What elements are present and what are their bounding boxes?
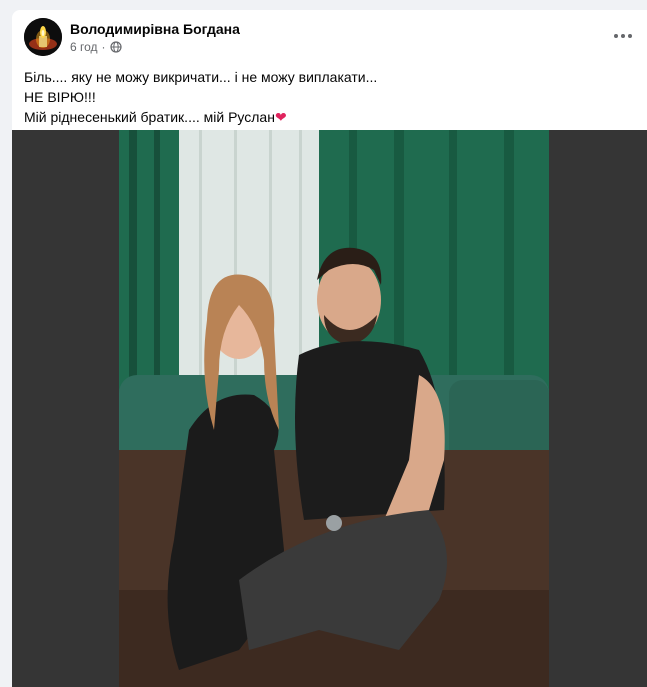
- post-line-1: Біль.... яку не можу викричати... і не м…: [24, 69, 378, 85]
- more-dot: [621, 34, 625, 38]
- meta-separator: ·: [101, 40, 106, 54]
- post-card: Володимирівна Богдана 6 год · Біль.... я…: [12, 10, 647, 687]
- post-line-2: НЕ ВІРЮ!!!: [24, 89, 96, 105]
- post-meta: 6 год ·: [70, 40, 122, 54]
- post-text: Біль.... яку не можу викричати... і не м…: [24, 67, 377, 127]
- heart-emoji: ❤: [274, 109, 287, 125]
- more-options-icon[interactable]: [611, 28, 635, 44]
- post-line-3-text: Мій ріднесенький братик.... мій Руслан: [24, 109, 275, 125]
- avatar[interactable]: [24, 18, 62, 56]
- post-line-3: Мій ріднесенький братик.... мій Руслан❤: [24, 107, 377, 127]
- more-dot: [614, 34, 618, 38]
- globe-icon[interactable]: [109, 41, 122, 53]
- post-photo[interactable]: [119, 130, 549, 687]
- author-name[interactable]: Володимирівна Богдана: [70, 21, 240, 37]
- candle-image: [24, 18, 62, 56]
- post-time[interactable]: 6 год: [70, 40, 98, 54]
- post-header: Володимирівна Богдана 6 год ·: [24, 18, 647, 58]
- more-dot: [628, 34, 632, 38]
- photo-container[interactable]: [12, 130, 647, 687]
- photo-illustration: [119, 130, 549, 687]
